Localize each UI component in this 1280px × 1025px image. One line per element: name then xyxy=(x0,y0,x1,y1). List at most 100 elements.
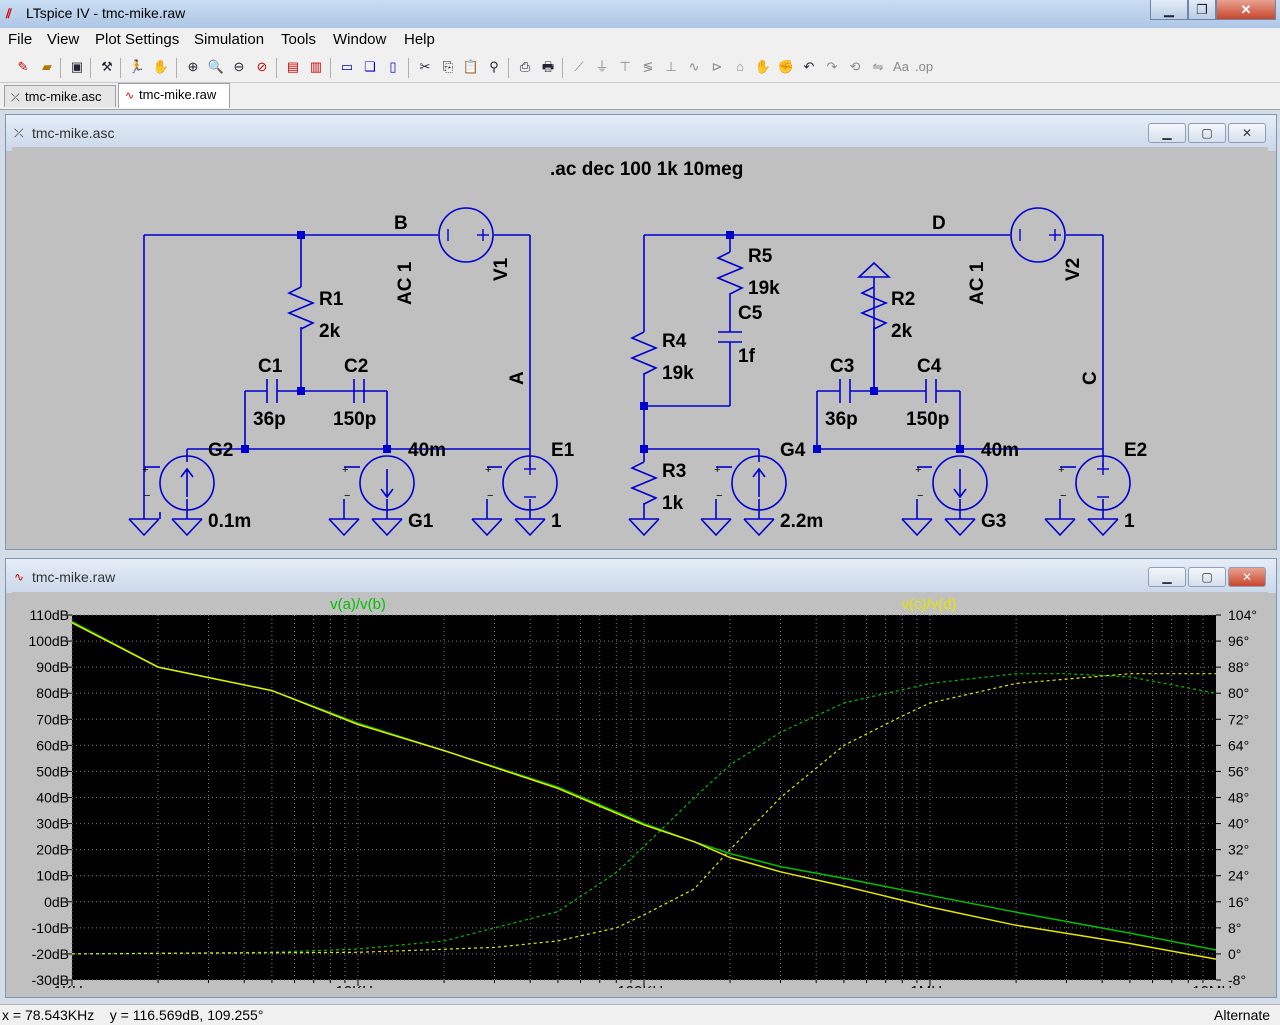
r2-value[interactable]: 2k xyxy=(891,321,913,342)
r5-value[interactable]: 19k xyxy=(748,278,780,299)
plot-minimize-button[interactable]: ▁ xyxy=(1148,567,1186,587)
v1-value[interactable]: AC 1 xyxy=(395,261,416,305)
menu-window[interactable]: Window xyxy=(333,31,386,48)
v2-name[interactable]: V2 xyxy=(1063,258,1084,281)
autorange-icon[interactable]: ▤ xyxy=(284,58,302,76)
r3-value[interactable]: 1k xyxy=(662,493,684,514)
component-icon[interactable]: ⌂ xyxy=(731,58,749,76)
c5-value[interactable]: 1f xyxy=(738,346,756,367)
zoom-out-icon[interactable]: ⊖ xyxy=(230,58,248,76)
open-folder-icon[interactable]: ▰ xyxy=(38,58,56,76)
plot-restore-button[interactable]: ▢ xyxy=(1188,567,1226,587)
c3-name[interactable]: C3 xyxy=(830,356,854,377)
menu-file[interactable]: File xyxy=(8,31,32,48)
plot-canvas[interactable]: 110dB 104° 100dB 96° 90dB 88° 80dB 80° 70dB 72° 60… xyxy=(12,592,1268,1000)
e1-name[interactable]: E1 xyxy=(551,440,575,461)
save-icon[interactable]: ▣ xyxy=(68,58,86,76)
c2-name[interactable]: C2 xyxy=(344,356,368,377)
v1-name[interactable]: V1 xyxy=(491,257,512,281)
tab-waveform[interactable]: ∿ tmc-mike.raw xyxy=(118,83,230,108)
minimize-button[interactable]: ▁ xyxy=(1150,0,1188,20)
menu-help[interactable]: Help xyxy=(404,31,435,48)
label-net-icon[interactable]: ⊤ xyxy=(616,58,634,76)
pan-hand-icon[interactable]: ✋ xyxy=(152,58,170,76)
e1-value[interactable]: 1 xyxy=(551,511,562,532)
mirror-icon[interactable]: ⇋ xyxy=(869,58,887,76)
tab-schematic[interactable]: ⤫ tmc-mike.asc xyxy=(4,85,116,107)
c4-name[interactable]: C4 xyxy=(917,356,942,377)
g2-name[interactable]: G2 xyxy=(208,440,233,461)
g3-name[interactable]: G3 xyxy=(981,511,1006,532)
close-button[interactable]: ✕ xyxy=(1216,0,1276,20)
print-icon[interactable]: 🖶 xyxy=(539,58,557,76)
menu-tools[interactable]: Tools xyxy=(281,31,316,48)
g1-value[interactable]: 40m xyxy=(408,440,446,461)
menu-simulation[interactable]: Simulation xyxy=(194,31,264,48)
r1-name[interactable]: R1 xyxy=(319,289,344,310)
wire-icon[interactable]: ⟋ xyxy=(570,58,588,76)
r5-name[interactable]: R5 xyxy=(748,246,773,267)
tile-horizontal-icon[interactable]: ▭ xyxy=(338,58,356,76)
g1-name[interactable]: G1 xyxy=(408,511,434,532)
spice-directive-icon[interactable]: .op xyxy=(915,58,933,76)
e2-value[interactable]: 1 xyxy=(1124,511,1135,532)
menu-plot-settings[interactable]: Plot Settings xyxy=(95,31,179,48)
r4-value[interactable]: 19k xyxy=(662,363,694,384)
c3-value[interactable]: 36p xyxy=(825,409,858,430)
paste-icon[interactable]: 📋 xyxy=(462,58,480,76)
ground-icon[interactable]: ⏚ xyxy=(593,58,611,76)
trace-label-vcvd[interactable]: v(c)/v(d) xyxy=(902,596,957,613)
control-panel-icon[interactable]: ⚒ xyxy=(98,58,116,76)
copy-icon[interactable]: ⎘ xyxy=(439,58,457,76)
schematic-restore-button[interactable]: ▢ xyxy=(1188,123,1226,143)
cut-icon[interactable]: ✂ xyxy=(416,58,434,76)
trace-label-vavb[interactable]: v(a)/v(b) xyxy=(330,596,386,613)
v2-value[interactable]: AC 1 xyxy=(967,261,988,305)
r3-name[interactable]: R3 xyxy=(662,461,686,482)
g4-name[interactable]: G4 xyxy=(780,440,806,461)
zoom-fit-icon[interactable]: ⊘ xyxy=(253,58,271,76)
c4-value[interactable]: 150p xyxy=(906,409,949,430)
maximize-button[interactable]: ❐ xyxy=(1188,0,1216,20)
redo-icon[interactable]: ↷ xyxy=(823,58,841,76)
r4-name[interactable]: R4 xyxy=(662,331,687,352)
schematic-close-button[interactable]: ✕ xyxy=(1228,123,1266,143)
capacitor-icon[interactable]: ⊥ xyxy=(662,58,680,76)
text-icon[interactable]: Aa xyxy=(892,58,910,76)
e2-name[interactable]: E2 xyxy=(1124,440,1147,461)
net-label-b[interactable]: B xyxy=(394,213,408,234)
diode-icon[interactable]: ⊳ xyxy=(708,58,726,76)
g4-value[interactable]: 2.2m xyxy=(780,511,823,532)
cascade-icon[interactable]: ❏ xyxy=(361,58,379,76)
move-hand-icon[interactable]: ✋ xyxy=(754,58,772,76)
zoom-pan-icon[interactable]: 🔍 xyxy=(207,58,225,76)
c1-value[interactable]: 36p xyxy=(253,409,286,430)
inductor-icon[interactable]: ∿ xyxy=(685,58,703,76)
c1-name[interactable]: C1 xyxy=(258,356,283,377)
c5-name[interactable]: C5 xyxy=(738,303,763,324)
r2-name[interactable]: R2 xyxy=(891,289,915,310)
new-schematic-icon[interactable]: ✎ xyxy=(14,58,32,76)
net-label-d[interactable]: D xyxy=(932,213,946,234)
menu-view[interactable]: View xyxy=(47,31,79,48)
rotate-icon[interactable]: ⟲ xyxy=(846,58,864,76)
net-label-c[interactable]: C xyxy=(1080,371,1101,385)
r1-value[interactable]: 2k xyxy=(319,321,341,342)
schematic-canvas[interactable]: + − + − + − + − + − + − .ac dec 100 1k 10meg B… xyxy=(12,147,1268,545)
g3-value[interactable]: 40m xyxy=(981,440,1019,461)
spice-directive[interactable]: .ac dec 100 1k 10meg xyxy=(550,159,743,180)
schematic-minimize-button[interactable]: ▁ xyxy=(1148,123,1186,143)
plot-close-button[interactable]: ✕ xyxy=(1228,567,1266,587)
c2-value[interactable]: 150p xyxy=(333,409,376,430)
undo-icon[interactable]: ↶ xyxy=(800,58,818,76)
resistor-icon[interactable]: ≶ xyxy=(639,58,657,76)
tile-vertical-icon[interactable]: ▯ xyxy=(384,58,402,76)
run-icon[interactable]: 🏃 xyxy=(128,58,146,76)
drag-hand-icon[interactable]: ✊ xyxy=(777,58,795,76)
net-label-a[interactable]: A xyxy=(507,371,528,385)
zoom-in-icon[interactable]: ⊕ xyxy=(184,58,202,76)
print-preview-icon[interactable]: ⎙ xyxy=(516,58,534,76)
g2-value[interactable]: 0.1m xyxy=(208,511,251,532)
find-icon[interactable]: ⚲ xyxy=(485,58,503,76)
manual-limits-icon[interactable]: ▥ xyxy=(307,58,325,76)
